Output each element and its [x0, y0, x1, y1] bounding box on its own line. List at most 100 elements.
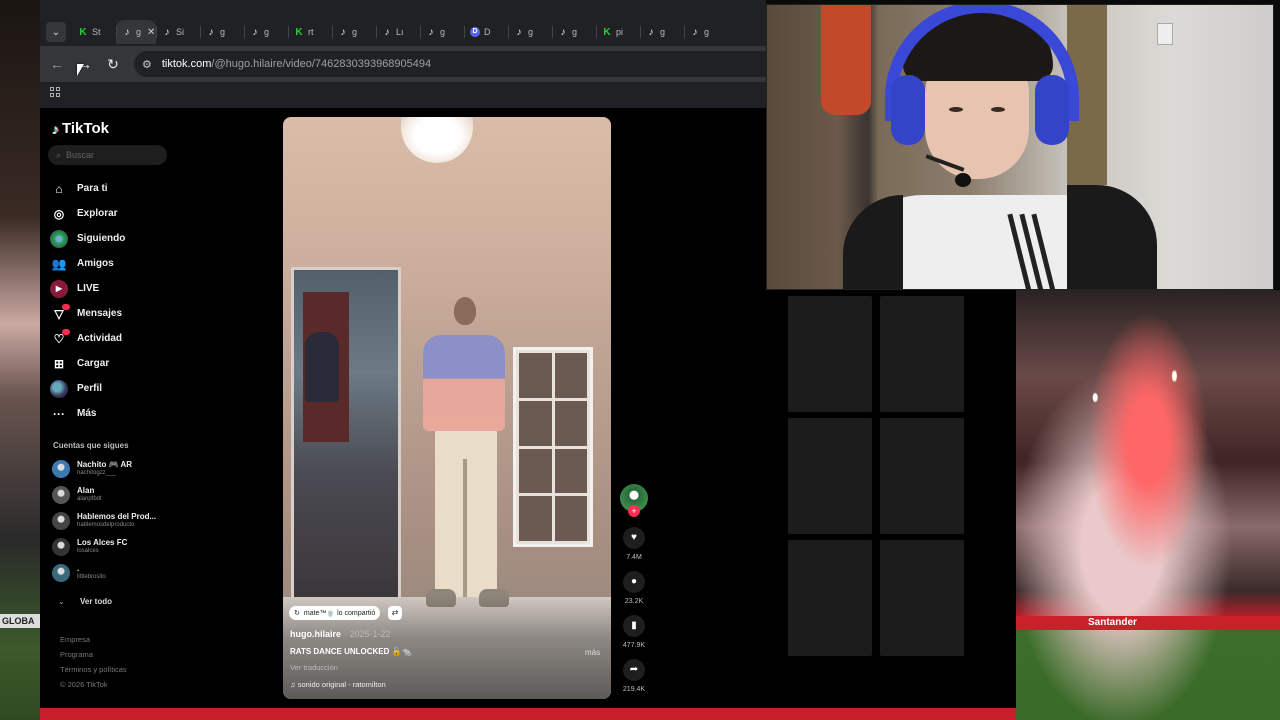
- sidebar-item-explorar[interactable]: ◎ Explorar: [50, 201, 170, 226]
- share-arrow-icon[interactable]: ➦: [623, 659, 645, 681]
- tiktok-icon: ♪: [208, 26, 214, 38]
- sidebar-item-perfil[interactable]: Perfil: [50, 376, 170, 401]
- tiktok-logo[interactable]: ♪ TikTok: [52, 120, 109, 137]
- save-count: 477.9K: [622, 642, 646, 649]
- tiktok-icon: ♪: [124, 26, 130, 38]
- followed-account[interactable]: Los Alces FC losalces: [52, 534, 177, 560]
- browser-tab[interactable]: ♪ ɡ: [552, 20, 596, 44]
- footer-link[interactable]: Programa: [60, 647, 127, 662]
- sponsor-text: Santander: [1088, 617, 1137, 628]
- back-arrow-icon[interactable]: ←: [50, 56, 64, 72]
- share-count: 219.4K: [622, 686, 646, 693]
- following-title: Cuentas que sigues: [53, 441, 129, 450]
- discord-icon: D: [470, 27, 480, 37]
- headset-ear-right: [1035, 75, 1069, 145]
- repost-icon: ↻: [294, 610, 300, 617]
- tab-strip: ⌄ K St ♪ ɡ ✕ ♪ Si ♪ ɡ ♪ ɡ Krt ♪ ɡ ♪ Lı ♪ ɡ D D ♪ ɡ ♪ ɡ Kpi ♪ ɡ ♪ ɡ: [40, 18, 766, 46]
- footer-link[interactable]: Términos y políticas: [60, 662, 127, 677]
- browser-tab[interactable]: ♪ Si: [156, 20, 200, 44]
- video-player[interactable]: ↻ mate™🍵 lo compartió ⇄ hugo.hilaire · 202…: [283, 117, 611, 699]
- activity-icon: ♡: [50, 328, 70, 348]
- browser-tab[interactable]: ♪ Lı: [376, 20, 420, 44]
- profile-avatar-icon: [50, 379, 68, 398]
- browser-tab[interactable]: ♪ ɡ: [332, 20, 376, 44]
- tab-label: ɡ: [352, 27, 358, 37]
- tiktok-icon: ♪: [516, 26, 522, 38]
- tiktok-icon: ♪: [428, 26, 434, 38]
- browser-tab[interactable]: ♪ ɡ: [684, 20, 728, 44]
- account-handle: losalces: [77, 548, 99, 554]
- shirt-shadow-left: [843, 195, 903, 289]
- sound-link[interactable]: ♫ sonido original - ratomilton: [290, 680, 386, 689]
- account-name: Hablemos del Prod...: [77, 512, 157, 521]
- search-input[interactable]: ⌕ Buscar: [48, 145, 167, 165]
- browser-tab[interactable]: ♪ ɡ ✕: [116, 20, 156, 44]
- browser-tab[interactable]: ♪ ɡ: [244, 20, 288, 44]
- sidebar-item-para-ti[interactable]: ⌂ Para ti: [50, 176, 170, 201]
- followed-account[interactable]: . littlebrosito: [52, 560, 177, 586]
- followed-account[interactable]: Nachito 🎮 AR nachitogzz___: [52, 456, 177, 482]
- browser-tab[interactable]: ♪ ɡ: [640, 20, 684, 44]
- video-caption: RATS DANCE UNLOCKED 🔓🐀: [290, 647, 412, 656]
- sidebar-item-siguiendo[interactable]: Siguiendo: [50, 226, 170, 251]
- video-author[interactable]: hugo.hilaire · 2025-1-22: [290, 629, 391, 639]
- sidebar-item-amigos[interactable]: 👥 Amigos: [50, 251, 170, 276]
- followed-account[interactable]: Hablemos del Prod... hablemosdelproducto: [52, 508, 177, 534]
- apps-grid-icon[interactable]: [50, 87, 60, 97]
- browser-window: ⌄ K St ♪ ɡ ✕ ♪ Si ♪ ɡ ♪ ɡ Krt ♪ ɡ ♪ Lı ♪ ɡ D D ♪ ɡ ♪ ɡ Kpi ♪ ɡ ♪ ɡ ←…: [40, 0, 766, 108]
- like-heart-icon[interactable]: ♥: [623, 527, 645, 549]
- see-all-link[interactable]: Ver todo: [80, 597, 112, 606]
- footer-link[interactable]: Empresa: [60, 632, 127, 647]
- comment-icon[interactable]: ●: [623, 571, 645, 593]
- tab-label: Lı: [396, 27, 404, 37]
- sidebar-item-live[interactable]: ▶ LIVE: [50, 276, 170, 301]
- more-link[interactable]: más: [585, 648, 600, 657]
- more-icon: ···: [53, 406, 65, 421]
- browser-tab[interactable]: ♪ ɡ: [200, 20, 244, 44]
- translate-link[interactable]: Ver traducción: [290, 663, 338, 672]
- sidebar-item-mensajes[interactable]: ▽ Mensajes: [50, 301, 170, 326]
- ceiling-lamp: [401, 117, 473, 163]
- browser-tab[interactable]: DD: [464, 20, 508, 44]
- url-host: tiktok.com: [161, 58, 212, 70]
- tiktok-icon: ♪: [560, 26, 566, 38]
- browser-tab[interactable]: ♪ ɡ: [508, 20, 552, 44]
- account-name: Nachito 🎮 AR: [77, 460, 132, 469]
- tab-label: ɡ: [704, 27, 710, 37]
- url-path: /@hugo.hilaire/video/7462830393968905494: [211, 58, 432, 70]
- kick-icon: K: [79, 26, 87, 38]
- upload-icon: ⊞: [53, 356, 65, 371]
- close-tab-icon[interactable]: ✕: [147, 27, 155, 38]
- browser-tab[interactable]: Kpi: [596, 20, 640, 44]
- comment-count: 23.2K: [624, 598, 644, 605]
- sidebar-item-label: Para ti: [77, 183, 108, 194]
- bookmark-icon[interactable]: ▮: [623, 615, 645, 637]
- repost-button[interactable]: ⇄: [388, 606, 402, 620]
- tiktok-icon: ♪: [692, 26, 698, 38]
- sidebar-item-actividad[interactable]: ♡ Actividad: [50, 326, 170, 351]
- reload-icon[interactable]: ↻: [106, 56, 120, 73]
- sidebar-item-cargar[interactable]: ⊞ Cargar: [50, 351, 170, 376]
- sidebar-item-m-s[interactable]: ··· Más: [50, 401, 170, 426]
- account-handle: littlebrosito: [77, 574, 106, 580]
- shared-by-pill[interactable]: ↻ mate™🍵 lo compartió: [289, 606, 381, 620]
- tab-label: Si: [176, 27, 185, 37]
- site-settings-icon[interactable]: ⚙: [142, 58, 152, 71]
- browser-tab[interactable]: Krt: [288, 20, 332, 44]
- footer-link: © 2026 TikTok: [60, 680, 108, 689]
- dancer-sweater: [423, 335, 505, 431]
- author-name[interactable]: hugo.hilaire: [290, 629, 341, 639]
- tab-label: ɡ: [136, 27, 142, 37]
- account-handle: hablemosdelproducto: [77, 522, 135, 528]
- tiktok-icon: ♪: [384, 26, 390, 38]
- avatar: [52, 538, 70, 556]
- address-bar[interactable]: ⚙ tiktok.com/@hugo.hilaire/video/7462830…: [134, 51, 766, 77]
- follow-plus-icon[interactable]: +: [628, 505, 640, 517]
- tab-label: ɡ: [572, 27, 578, 37]
- tab-search-dropdown-icon[interactable]: ⌄: [46, 22, 66, 42]
- browser-tab[interactable]: ♪ ɡ: [420, 20, 464, 44]
- avatar: [52, 564, 70, 582]
- followed-account[interactable]: Alan alanpfbdt: [52, 482, 177, 508]
- tiktok-icon: ♪: [252, 26, 258, 38]
- browser-tab[interactable]: K St: [72, 20, 116, 44]
